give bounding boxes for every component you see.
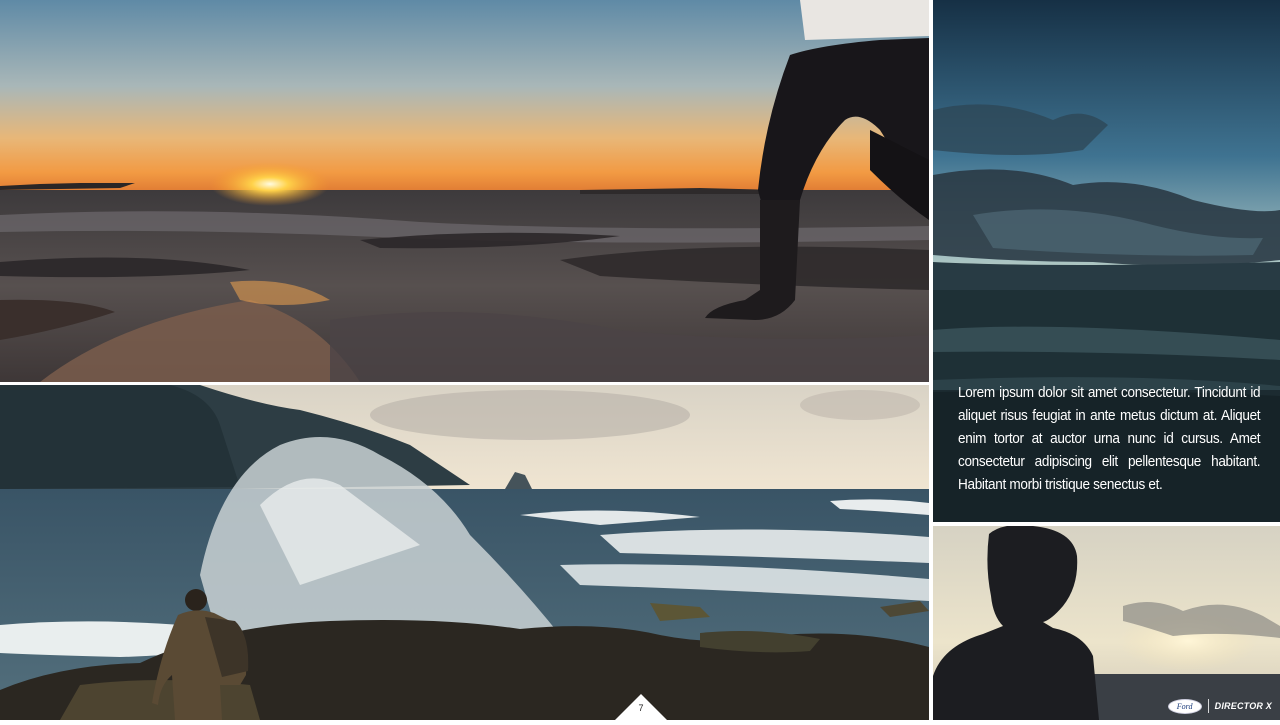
partner-logo: DIRECTOR X [1214, 701, 1272, 711]
sunset-beach-photo [0, 0, 929, 382]
page-number: 7 [638, 703, 644, 713]
silhouette-person-photo [933, 526, 1280, 720]
page-number-marker: 7 [615, 694, 667, 720]
ford-logo: Ford [1167, 698, 1202, 714]
logo-divider [1207, 699, 1209, 713]
crashing-waves-photo [0, 385, 929, 720]
brand-logos: Ford DIRECTOR X [1167, 697, 1272, 715]
caption-paragraph: Lorem ipsum dolor sit amet consectetur. … [958, 385, 1261, 493]
